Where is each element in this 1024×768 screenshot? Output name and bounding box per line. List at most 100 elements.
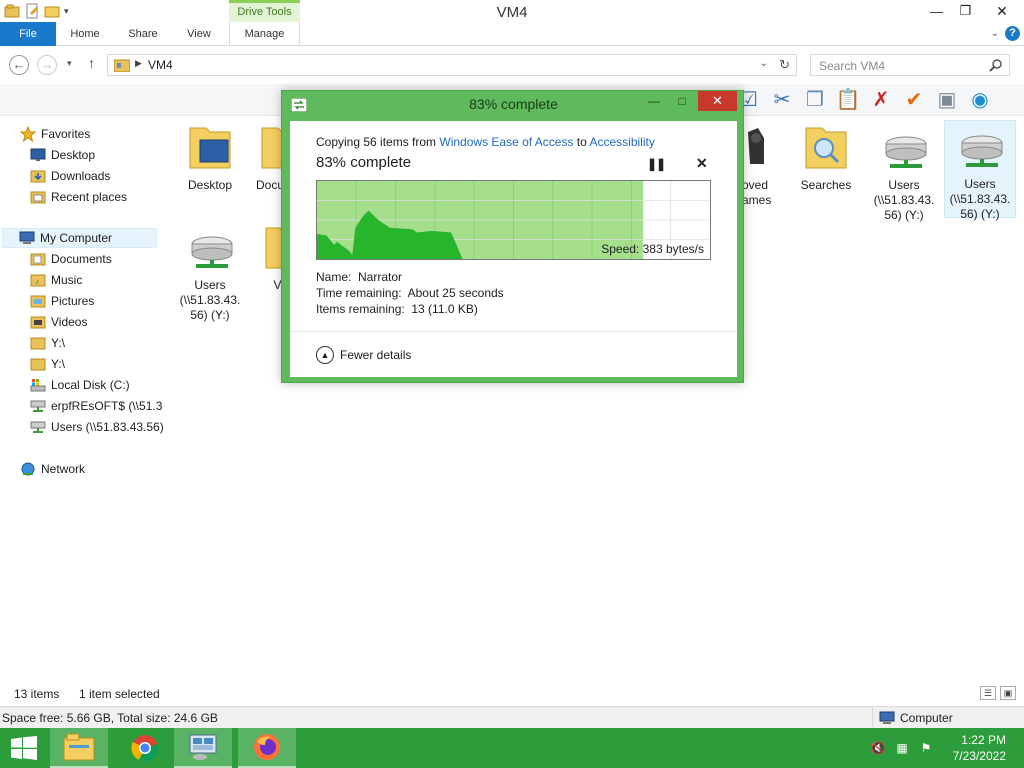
items-label: Items remaining:	[316, 302, 405, 316]
tab-share[interactable]: Share	[120, 22, 166, 46]
pictures-icon	[30, 295, 46, 308]
items-value: 13 (11.0 KB)	[411, 302, 478, 316]
title-bar: ▾ Drive Tools VM4 — ❐ ✕	[0, 0, 1024, 24]
nav-label: Pictures	[51, 294, 95, 308]
nav-my-computer[interactable]: My Computer	[2, 228, 157, 248]
tab-view[interactable]: View	[178, 22, 220, 46]
explorer-icon[interactable]	[4, 3, 20, 19]
maximize-button[interactable]: ❐	[951, 0, 980, 22]
list-item[interactable]: Desktop	[174, 122, 246, 193]
new-folder-icon[interactable]	[44, 3, 60, 19]
nav-label: Documents	[51, 252, 112, 266]
breadcrumb-vm4[interactable]: VM4	[148, 58, 173, 72]
list-item[interactable]: Users (\\51.83.43. 56) (Y:)	[868, 122, 940, 223]
cancel-button[interactable]: ✕	[696, 155, 708, 172]
globe-icon[interactable]: ◉	[968, 86, 992, 112]
list-item[interactable]: Searches	[790, 122, 862, 193]
star-icon	[20, 126, 36, 142]
nav-label: My Computer	[40, 231, 113, 245]
delete-icon[interactable]: ✗	[869, 86, 893, 112]
pause-button[interactable]: ❚❚	[647, 157, 666, 171]
recent-places-icon	[30, 191, 46, 204]
forward-button[interactable]: →	[37, 55, 57, 75]
cut-icon[interactable]: ✂	[770, 86, 794, 112]
source-link[interactable]: Windows Ease of Access	[439, 135, 573, 149]
tab-manage[interactable]: Manage	[229, 22, 300, 46]
remote-desktop-icon	[189, 734, 217, 760]
action-center-icon[interactable]: ⚑	[918, 740, 934, 756]
copying-to-word: to	[573, 135, 590, 149]
location-zone: Computer	[872, 707, 953, 729]
taskbar: 🔇 ▦ ⚑ 1:22 PM 7/23/2022	[0, 728, 1024, 768]
search-icon[interactable]	[989, 58, 1003, 72]
dialog-divider	[290, 331, 737, 332]
check-icon[interactable]: ✔	[902, 86, 926, 112]
nav-label: Y:\	[51, 357, 66, 371]
large-icons-view-icon[interactable]: ▣	[1000, 686, 1016, 700]
documents-icon	[30, 253, 46, 266]
list-item[interactable]: Users (\\51.83.43. 56) (Y:)	[944, 120, 1016, 221]
address-bar[interactable]: ▶ VM4 ⌄ ↻	[107, 54, 797, 76]
expand-ribbon-icon[interactable]: ⌄	[991, 28, 999, 39]
drive-tools-context-label: Drive Tools	[229, 0, 300, 22]
properties-icon[interactable]	[24, 3, 40, 19]
network-status-icon[interactable]: ▦	[894, 740, 910, 756]
item-label: Docu	[255, 178, 284, 192]
clock[interactable]: 1:22 PM 7/23/2022	[953, 732, 1006, 764]
destination-link[interactable]: Accessibility	[589, 135, 654, 149]
back-button[interactable]: ←	[9, 55, 29, 75]
list-item[interactable]: oved ames	[742, 122, 772, 208]
dialog-minimize-button[interactable]: —	[641, 91, 667, 111]
tab-home[interactable]: Home	[62, 22, 108, 46]
breadcrumb-separator-icon: ▶	[135, 58, 142, 68]
nav-favorites[interactable]: Favorites	[20, 124, 178, 144]
address-row: ← → ▾ ↑ ▶ VM4 ⌄ ↻ Search VM4	[0, 50, 1024, 80]
details-view-icon[interactable]: ☰	[980, 686, 996, 700]
nav-label: Favorites	[41, 127, 91, 141]
fewer-details-button[interactable]: ▲ Fewer details	[316, 346, 411, 364]
network-drive-icon	[885, 136, 927, 168]
start-button[interactable]	[0, 728, 48, 768]
list-item[interactable]: Users (\\51.83.43. 56) (Y:)	[174, 222, 246, 323]
desktop-icon	[30, 148, 46, 161]
dialog-maximize-button[interactable]: □	[669, 91, 695, 111]
taskbar-remote-desktop[interactable]	[174, 728, 232, 768]
item-label: Users (\\51.83.43. 56) (Y:)	[179, 278, 241, 322]
copy-icon[interactable]: ❐	[803, 86, 827, 112]
dialog-close-button[interactable]: ✕	[698, 91, 737, 111]
status-bar: 13 items 1 item selected ☰ ▣	[0, 684, 1024, 704]
computer-icon	[19, 231, 35, 244]
help-icon[interactable]: ?	[1005, 26, 1020, 41]
up-button[interactable]: ↑	[88, 55, 95, 71]
svg-text:♪: ♪	[35, 277, 39, 286]
chevron-up-icon: ▲	[316, 346, 334, 364]
search-box[interactable]: Search VM4	[810, 54, 1010, 76]
list-item[interactable]: Docu	[248, 122, 284, 193]
item-label: Searches	[800, 178, 852, 192]
paste-icon[interactable]: 📋	[836, 86, 861, 112]
folder-icon	[261, 127, 283, 169]
tab-file[interactable]: File	[0, 22, 56, 46]
customize-qat-icon[interactable]: ▾	[64, 6, 69, 17]
taskbar-firefox[interactable]	[238, 728, 296, 768]
nav-label: Desktop	[51, 148, 96, 162]
searches-folder-icon	[805, 127, 847, 169]
desktop-folder-icon	[189, 127, 231, 169]
minimize-button[interactable]: —	[922, 0, 951, 22]
taskbar-chrome[interactable]	[116, 728, 174, 768]
refresh-icon[interactable]: ↻	[779, 57, 790, 73]
close-button[interactable]: ✕	[980, 0, 1024, 22]
nav-network[interactable]: Network	[20, 459, 178, 479]
recent-locations-icon[interactable]: ▾	[67, 58, 72, 69]
rename-icon[interactable]: ▣	[935, 86, 959, 112]
nav-label: Users (\\51.83.43.56)	[51, 420, 164, 434]
computer-icon	[879, 711, 895, 724]
music-icon: ♪	[30, 274, 46, 287]
clock-time: 1:22 PM	[961, 733, 1006, 747]
address-dropdown-icon[interactable]: ⌄	[760, 58, 768, 69]
name-row: Name: Narrator	[316, 269, 504, 285]
volume-muted-icon[interactable]: 🔇	[870, 740, 886, 756]
taskbar-file-explorer[interactable]	[50, 728, 108, 768]
chrome-icon	[131, 735, 159, 762]
speed-readout: Speed: 383 bytes/s	[601, 242, 704, 256]
